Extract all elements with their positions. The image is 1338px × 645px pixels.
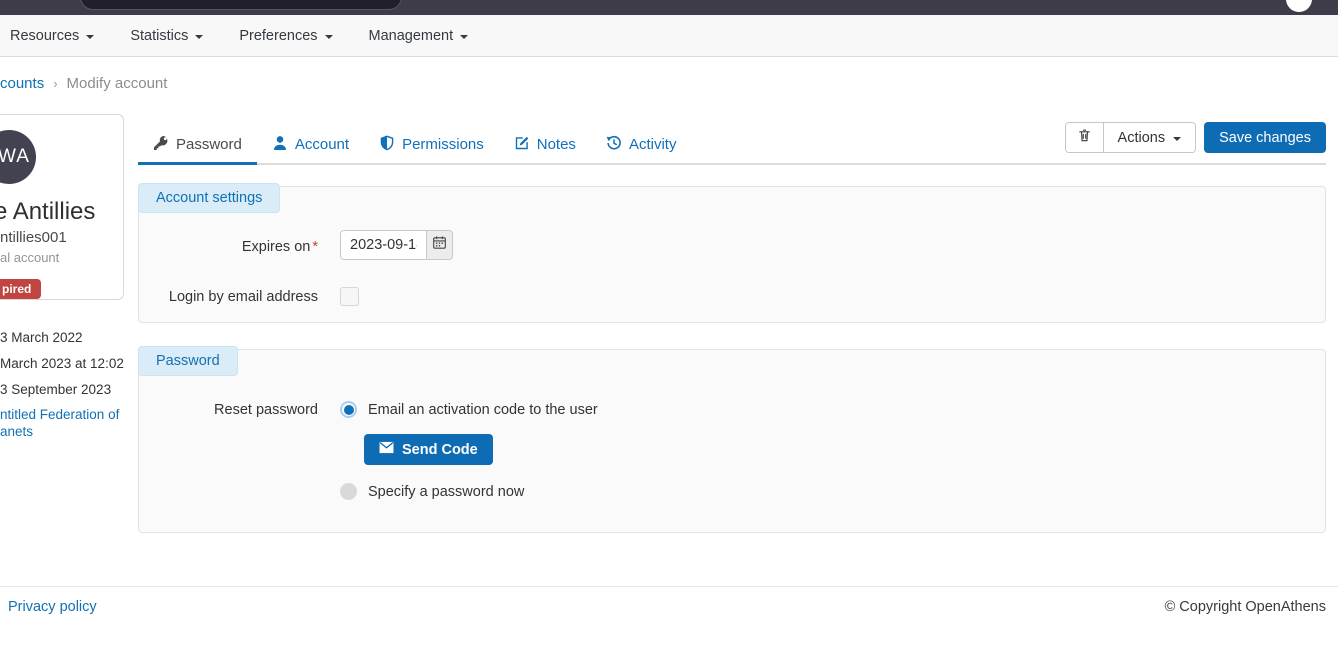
actions-dropdown-button[interactable]: Actions: [1104, 123, 1196, 152]
calendar-button[interactable]: [426, 230, 453, 260]
send-code-button[interactable]: Send Code: [364, 434, 493, 465]
menu-resources[interactable]: Resources: [10, 28, 94, 44]
shield-icon: [379, 135, 395, 155]
key-icon: [153, 135, 169, 155]
expires-on-label: Expires on*: [0, 239, 318, 255]
history-icon: [606, 135, 622, 155]
global-search-input[interactable]: [80, 0, 402, 10]
avatar-initials: WA: [0, 146, 30, 168]
footer-divider: [0, 586, 1338, 587]
radio-specify-password-label: Specify a password now: [368, 484, 524, 500]
tab-activity-label: Activity: [629, 136, 677, 153]
organisation-link[interactable]: anets: [0, 424, 33, 439]
account-settings-section-label: Account settings: [138, 183, 280, 213]
toolbar-button-group: Actions: [1065, 122, 1197, 153]
delete-account-button[interactable]: [1066, 123, 1104, 152]
login-by-email-checkbox[interactable]: [340, 287, 359, 306]
password-panel: [138, 349, 1326, 533]
login-by-email-label: Login by email address: [0, 289, 318, 305]
menu-preferences[interactable]: Preferences: [239, 28, 332, 44]
expires-on-input-group: [340, 230, 453, 260]
chevron-down-icon: [325, 35, 333, 39]
page: Resources Statistics Preferences Managem…: [0, 0, 1338, 645]
tab-permissions[interactable]: Permissions: [364, 127, 499, 165]
expires-on-input[interactable]: [340, 230, 426, 260]
actions-label: Actions: [1118, 130, 1166, 146]
toolbar: Actions Save changes: [1065, 122, 1326, 153]
menu-statistics-label: Statistics: [130, 28, 188, 44]
user-avatar[interactable]: [1286, 0, 1312, 12]
chevron-down-icon: [1173, 137, 1181, 141]
menu-management[interactable]: Management: [369, 28, 469, 44]
tab-activity[interactable]: Activity: [591, 127, 692, 165]
profile-meta-modified: March 2023 at 12:02: [0, 356, 124, 371]
tab-notes-label: Notes: [537, 136, 576, 153]
menu-preferences-label: Preferences: [239, 28, 317, 44]
tab-account[interactable]: Account: [257, 127, 364, 165]
envelope-icon: [379, 441, 394, 458]
menu-statistics[interactable]: Statistics: [130, 28, 203, 44]
profile-name: e Antillies: [0, 198, 95, 226]
main-menu: Resources Statistics Preferences Managem…: [0, 15, 1338, 57]
save-changes-button[interactable]: Save changes: [1204, 122, 1326, 153]
trash-icon: [1077, 128, 1092, 148]
radio-specify-password: [340, 483, 357, 500]
profile-meta-created: 3 March 2022: [0, 330, 83, 345]
person-icon: [272, 135, 288, 155]
breadcrumb: counts › Modify account: [0, 75, 167, 92]
breadcrumb-separator: ›: [53, 76, 57, 91]
menu-resources-label: Resources: [10, 28, 79, 44]
tab-account-label: Account: [295, 136, 349, 153]
chevron-down-icon: [86, 35, 94, 39]
privacy-policy-link[interactable]: Privacy policy: [8, 599, 97, 615]
chevron-down-icon: [460, 35, 468, 39]
top-navbar: [0, 0, 1338, 15]
send-code-label: Send Code: [402, 442, 478, 458]
password-section-label: Password: [138, 346, 238, 376]
tab-password-label: Password: [176, 136, 242, 153]
edit-note-icon: [514, 135, 530, 155]
breadcrumb-accounts-link[interactable]: counts: [0, 75, 44, 92]
breadcrumb-current: Modify account: [67, 75, 168, 92]
tab-password[interactable]: Password: [138, 127, 257, 165]
profile-meta-expires: 3 September 2023: [0, 382, 111, 397]
chevron-down-icon: [195, 35, 203, 39]
copyright-text: © Copyright OpenAthens: [1165, 599, 1326, 615]
radio-email-activation-code[interactable]: [340, 401, 357, 418]
radio-email-activation-label: Email an activation code to the user: [368, 402, 598, 418]
menu-management-label: Management: [369, 28, 454, 44]
tab-notes[interactable]: Notes: [499, 127, 591, 165]
calendar-icon: [432, 235, 447, 255]
reset-password-label: Reset password: [0, 402, 318, 418]
tab-permissions-label: Permissions: [402, 136, 484, 153]
required-marker: *: [312, 239, 318, 255]
